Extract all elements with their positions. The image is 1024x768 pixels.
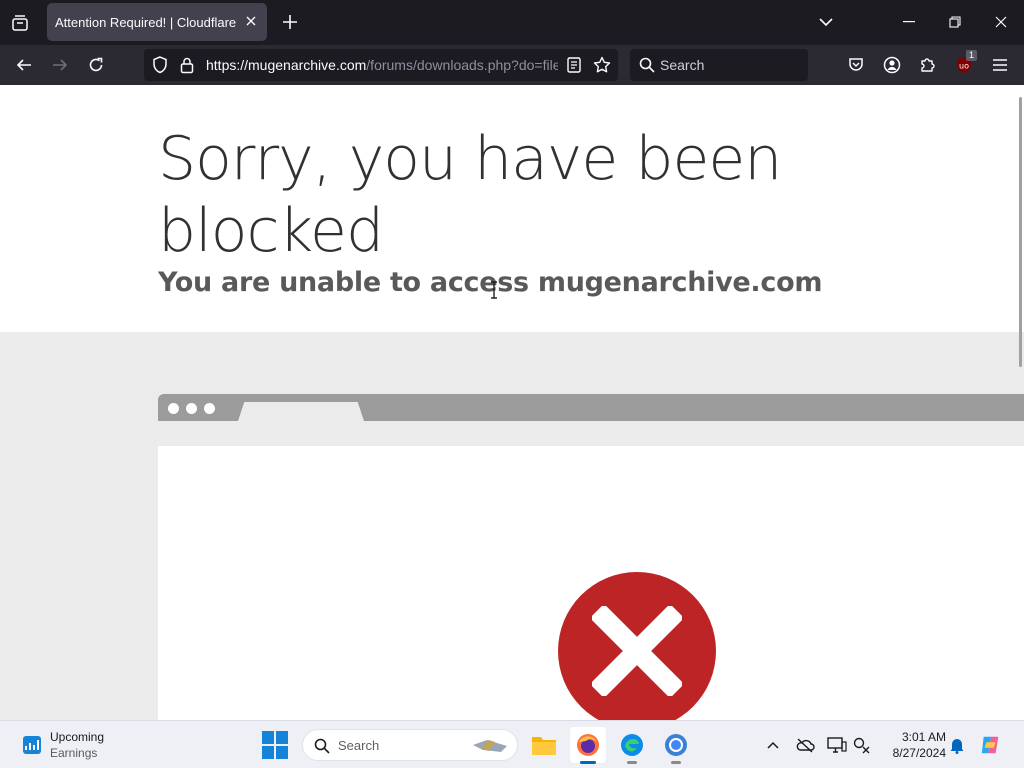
notification-bell-icon[interactable] — [946, 734, 968, 756]
running-indicator — [627, 761, 637, 764]
clock-date: 8/27/2024 — [892, 746, 946, 760]
start-logo-pane — [262, 746, 274, 759]
page-headline: Sorry, you have been blocked — [158, 124, 782, 266]
show-hidden-icons-chevron-up-icon[interactable] — [762, 734, 784, 756]
copilot-icon[interactable] — [980, 734, 1002, 756]
hamburger-menu-icon[interactable] — [988, 53, 1012, 77]
minimize-icon[interactable] — [894, 8, 924, 36]
browser-search-box[interactable]: Search — [630, 49, 808, 81]
system-clock[interactable]: 3:01 AM 8/27/2024 — [876, 729, 946, 761]
lock-icon[interactable] — [177, 55, 197, 75]
close-window-icon[interactable] — [986, 8, 1016, 36]
onedrive-offline-icon[interactable] — [794, 734, 816, 756]
active-tab[interactable]: Attention Required! | Cloudflare — [47, 3, 267, 41]
restore-icon[interactable] — [940, 8, 970, 36]
taskbar-search-box[interactable]: Search — [302, 729, 518, 761]
widget-title: Upcoming — [50, 730, 105, 744]
edge-icon[interactable] — [614, 727, 650, 764]
browser-tab-strip: Attention Required! | Cloudflare — [0, 0, 1024, 45]
close-tab-icon[interactable] — [243, 13, 259, 29]
search-icon — [637, 55, 657, 75]
new-tab-icon[interactable] — [280, 12, 300, 32]
reload-icon[interactable] — [84, 53, 108, 77]
ublock-origin-icon[interactable]: uo 1 — [952, 50, 978, 77]
start-logo-pane — [276, 746, 288, 759]
back-icon[interactable] — [12, 53, 36, 77]
text-cursor-icon — [491, 281, 497, 299]
taskbar-search-placeholder: Search — [338, 738, 380, 753]
illustration-dot — [168, 403, 179, 414]
windows-taskbar: Upcoming Earnings Search 3:01 AM 8/27/20… — [0, 720, 1024, 768]
page-content: Sorry, you have been blocked You are una… — [0, 85, 1024, 720]
extension-badge-count: 1 — [966, 50, 978, 61]
network-disconnected-icon[interactable] — [850, 734, 872, 756]
search-highlight-icon — [473, 740, 507, 752]
svg-text:uo: uo — [959, 62, 969, 71]
forward-icon — [48, 53, 72, 77]
pocket-icon[interactable] — [844, 53, 868, 77]
chrome-icon[interactable] — [658, 727, 694, 764]
illustration-tab — [238, 402, 364, 421]
url-host: https://mugenarchive.com — [206, 57, 367, 73]
firefox-icon[interactable] — [570, 727, 606, 764]
list-all-tabs-icon[interactable] — [816, 12, 836, 32]
display-icon[interactable] — [826, 734, 848, 756]
file-explorer-icon[interactable] — [526, 727, 562, 763]
tab-title: Attention Required! | Cloudflare — [55, 15, 237, 30]
illustration-browser-bar — [158, 394, 1024, 421]
search-icon — [314, 738, 330, 754]
account-icon[interactable] — [880, 53, 904, 77]
reader-view-icon[interactable] — [564, 55, 584, 75]
url-bar[interactable]: https://mugenarchive.com/forums/download… — [144, 49, 618, 81]
stocks-chart-icon — [23, 736, 41, 754]
widgets-button[interactable]: Upcoming Earnings — [18, 728, 128, 762]
extensions-puzzle-icon[interactable] — [916, 53, 940, 77]
tracking-protection-shield-icon[interactable] — [150, 55, 170, 75]
tab-list-icon[interactable] — [8, 11, 32, 35]
start-logo-pane — [262, 731, 274, 744]
url-text[interactable]: https://mugenarchive.com/forums/download… — [206, 57, 558, 73]
search-placeholder: Search — [660, 57, 705, 73]
blocked-error-icon — [558, 572, 716, 720]
widget-subtitle: Earnings — [50, 746, 98, 760]
page-scrollbar[interactable] — [1019, 97, 1022, 367]
windows-start-icon[interactable] — [262, 731, 290, 759]
illustration-dot — [204, 403, 215, 414]
running-indicator — [580, 761, 596, 764]
illustration-browser-window — [158, 446, 1024, 720]
clock-time: 3:01 AM — [901, 730, 946, 744]
running-indicator — [671, 761, 681, 764]
url-path: /forums/downloads.php?do=file — [366, 57, 558, 73]
bookmark-star-icon[interactable] — [592, 55, 612, 75]
browser-navigation-bar: https://mugenarchive.com/forums/download… — [0, 45, 1024, 85]
illustration-dot — [186, 403, 197, 414]
start-logo-pane — [276, 731, 288, 744]
